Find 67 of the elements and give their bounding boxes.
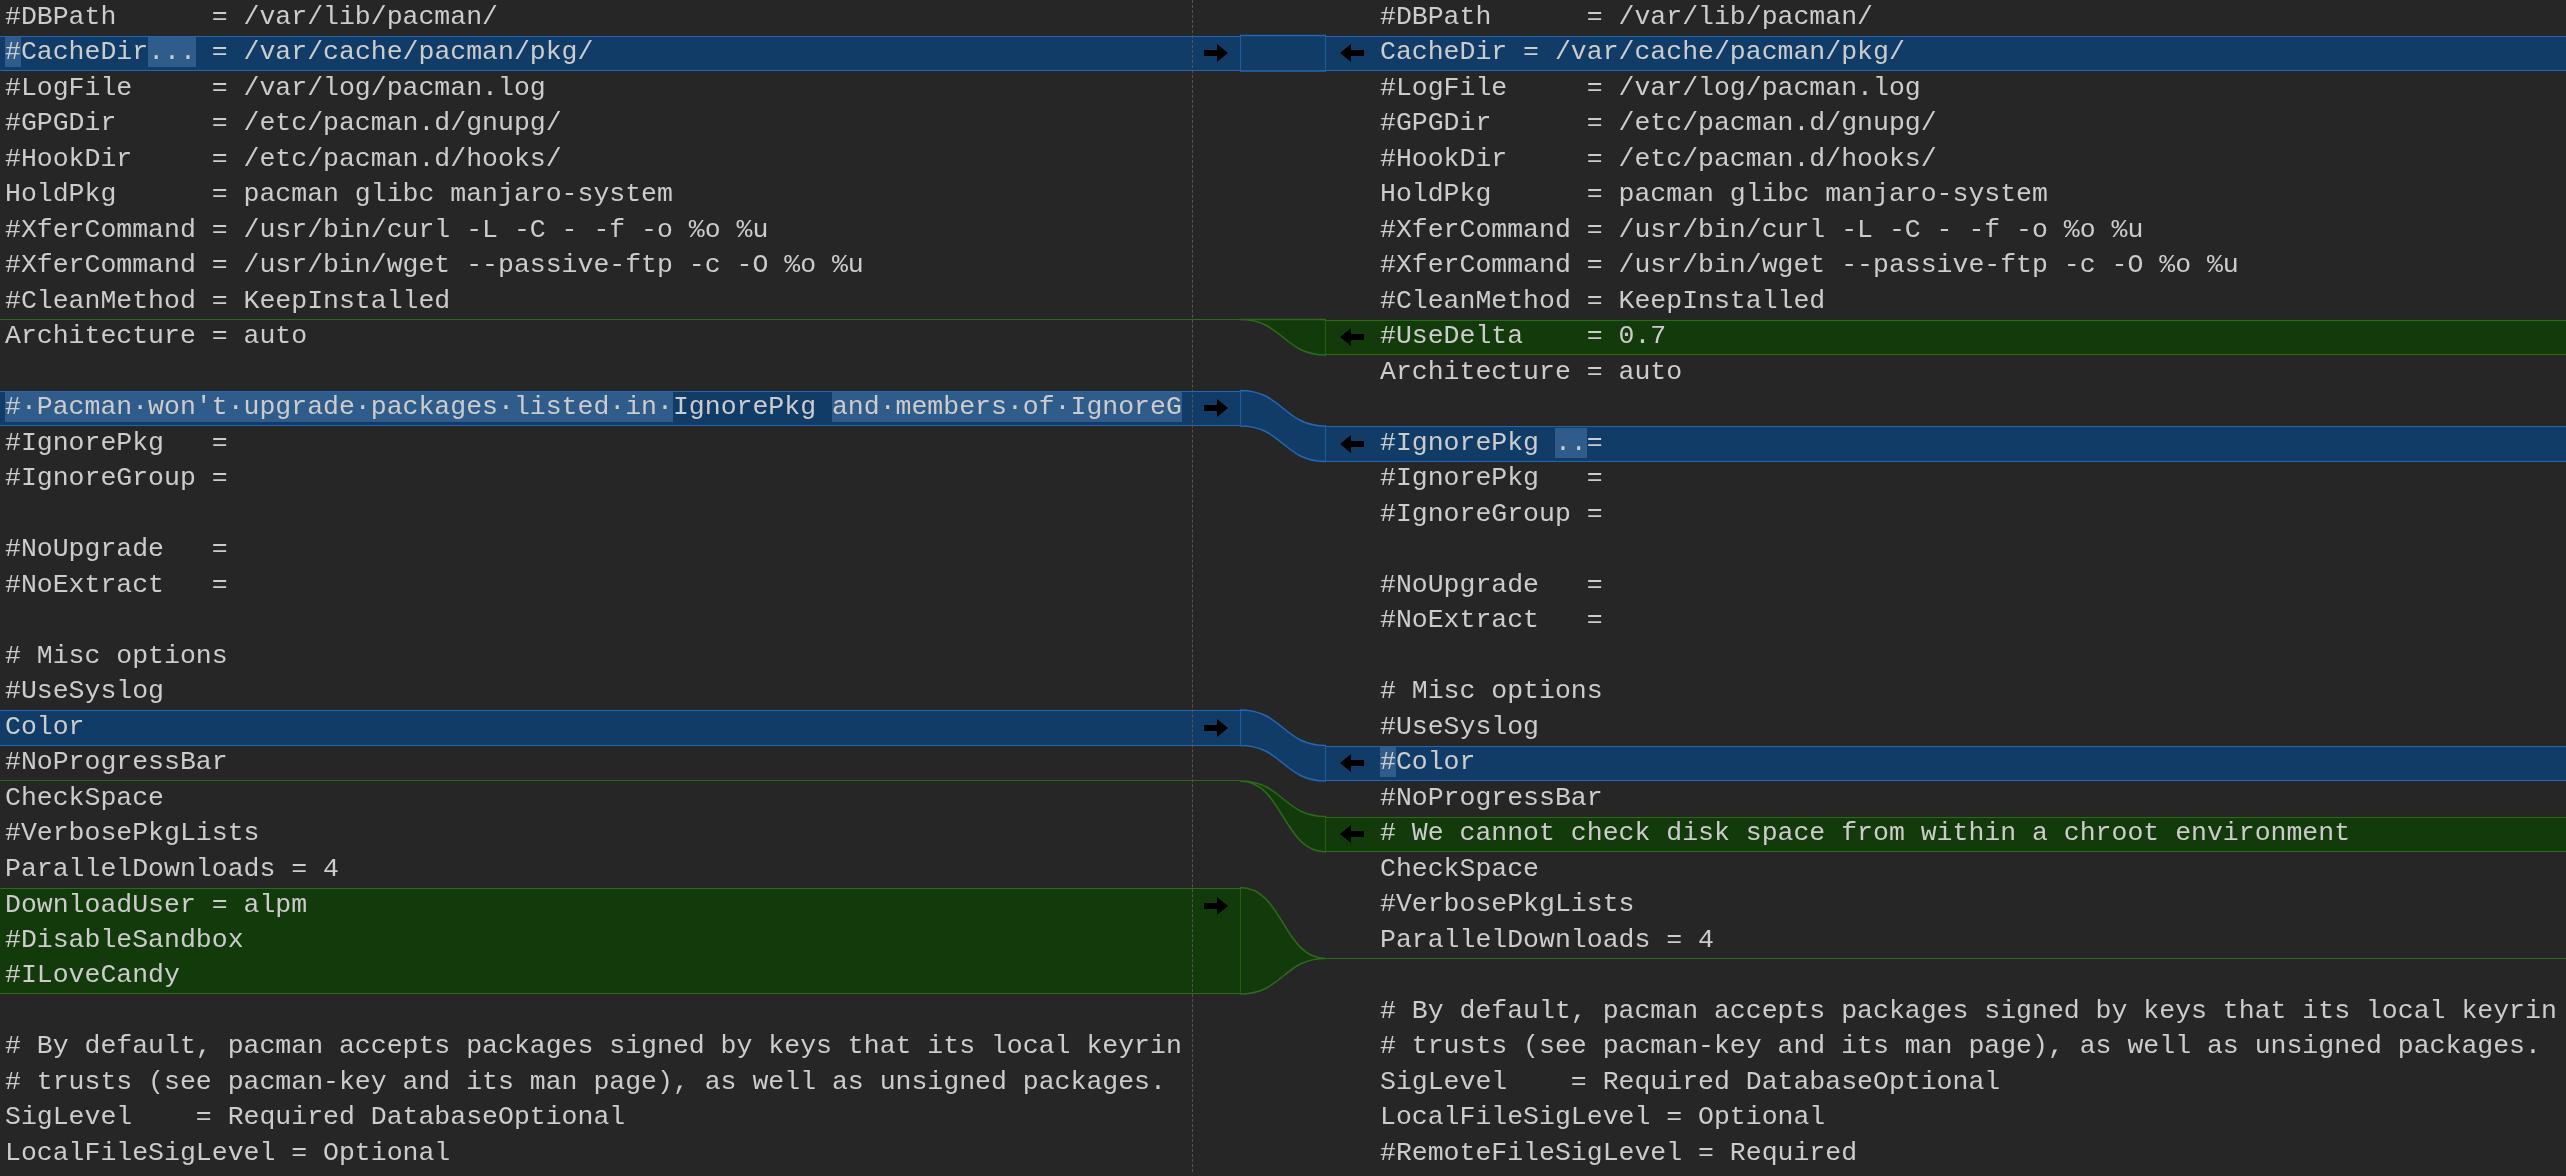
left-arrow-icon [1338,752,1366,775]
left-arrow-icon [1338,432,1366,455]
code-line: CheckSpace [1380,853,1540,884]
code-line: LocalFileSigLevel = Optional [1380,1102,1826,1133]
code-line: # Misc options [1380,676,1603,707]
code-line: CheckSpace [5,782,165,813]
code-line: #CleanMethod = KeepInstalled [1380,285,1826,316]
left-arrow-icon [1338,42,1366,65]
code-line: # trusts (see pacman-key and its man page), as well as unsigned packages. [5,1066,1166,1097]
code-line: #IgnoreGroup = [5,463,228,494]
code-line: ParallelDownloads = 4 [5,853,339,884]
left-arrow-icon [1338,326,1366,349]
code-line: #GPGDir = /etc/pacman.d/gnupg/ [1380,108,1937,139]
code-line: #DisableSandbox [5,924,244,955]
code-line: #XferCommand = /usr/bin/curl -L -C - -f -o %o %u [5,214,769,245]
code-line: Architecture = auto [1380,356,1683,387]
code-line: #XferCommand = /usr/bin/wget --passive-ftp -c -O %o %u [5,250,864,281]
code-line: #DBPath = /var/lib/pacman/ [1380,1,1873,32]
code-line: #NoUpgrade = [1380,569,1603,600]
code-line: #RemoteFileSigLevel = Required [1380,1137,1858,1168]
code-line: #DBPath = /var/lib/pacman/ [5,1,498,32]
code-line: # By default, pacman accepts packages signed by keys that its local keyrin [1380,995,2557,1026]
right-arrow-icon [1202,716,1230,739]
code-line: HoldPkg = pacman glibc manjaro-system [1380,179,2048,210]
code-line: CacheDir = /var/cache/pacman/pkg/ [1380,37,1905,68]
code-line: #HookDir = /etc/pacman.d/hooks/ [1380,143,1937,174]
left-arrow-icon [1338,823,1366,846]
code-line: #CleanMethod = KeepInstalled [5,285,451,316]
code-line: #NoUpgrade = [5,534,228,565]
code-line: HoldPkg = pacman glibc manjaro-system [5,179,673,210]
code-line: #LogFile = /var/log/pacman.log [5,72,546,103]
code-line: #HookDir = /etc/pacman.d/hooks/ [5,143,562,174]
right-arrow-icon [1202,894,1230,917]
code-line: #NoProgressBar [1380,782,1603,813]
code-line: Architecture = auto [5,321,308,352]
code-line: #UseSyslog [5,676,165,707]
code-line: #UseDelta = 0.7 [1380,321,1667,352]
code-line: SigLevel = Required DatabaseOptional [1380,1066,2001,1097]
code-line: #XferCommand = /usr/bin/curl -L -C - -f -o %o %u [1380,214,2144,245]
code-line: # By default, pacman accepts packages signed by keys that its local keyrin [5,1031,1182,1062]
code-line: #VerbosePkgLists [5,818,260,849]
code-line: # trusts (see pacman-key and its man page), as well as unsigned packages. [1380,1031,2541,1062]
code-line: #IgnorePkg = [5,427,228,458]
right-arrow-icon [1202,397,1230,420]
code-line: #Color [1380,747,1476,778]
code-line: SigLevel = Required DatabaseOptional [5,1102,626,1133]
code-line: #VerbosePkgLists [1380,889,1635,920]
code-line: Color [5,711,85,742]
code-line: DownloadUser = alpm [5,889,308,920]
code-line: #·Pacman·won't·upgrade·packages·listed·in·IgnorePkg and·members·of·IgnoreG [5,392,1182,423]
code-line: #LogFile = /var/log/pacman.log [1380,72,1921,103]
code-line: #NoExtract = [5,569,228,600]
code-line: #IgnorePkg ..= [1380,427,1603,458]
code-line: #GPGDir = /etc/pacman.d/gnupg/ [5,108,562,139]
code-line: #UseSyslog [1380,711,1540,742]
code-line: #NoExtract = [1380,605,1603,636]
code-line: # Misc options [5,640,228,671]
code-line: LocalFileSigLevel = Optional [5,1137,451,1168]
code-line: #NoProgressBar [5,747,228,778]
right-arrow-icon [1202,42,1230,65]
code-line: #XferCommand = /usr/bin/wget --passive-ftp -c -O %o %u [1380,250,2239,281]
code-line: #IgnoreGroup = [1380,498,1603,529]
code-line: #CacheDir... = /var/cache/pacman/pkg/ [5,37,594,68]
code-line: # We cannot check disk space from within a chroot environment [1380,818,2351,849]
code-line: #ILoveCandy [5,959,180,990]
code-line: ParallelDownloads = 4 [1380,924,1714,955]
code-line: #IgnorePkg = [1380,463,1603,494]
